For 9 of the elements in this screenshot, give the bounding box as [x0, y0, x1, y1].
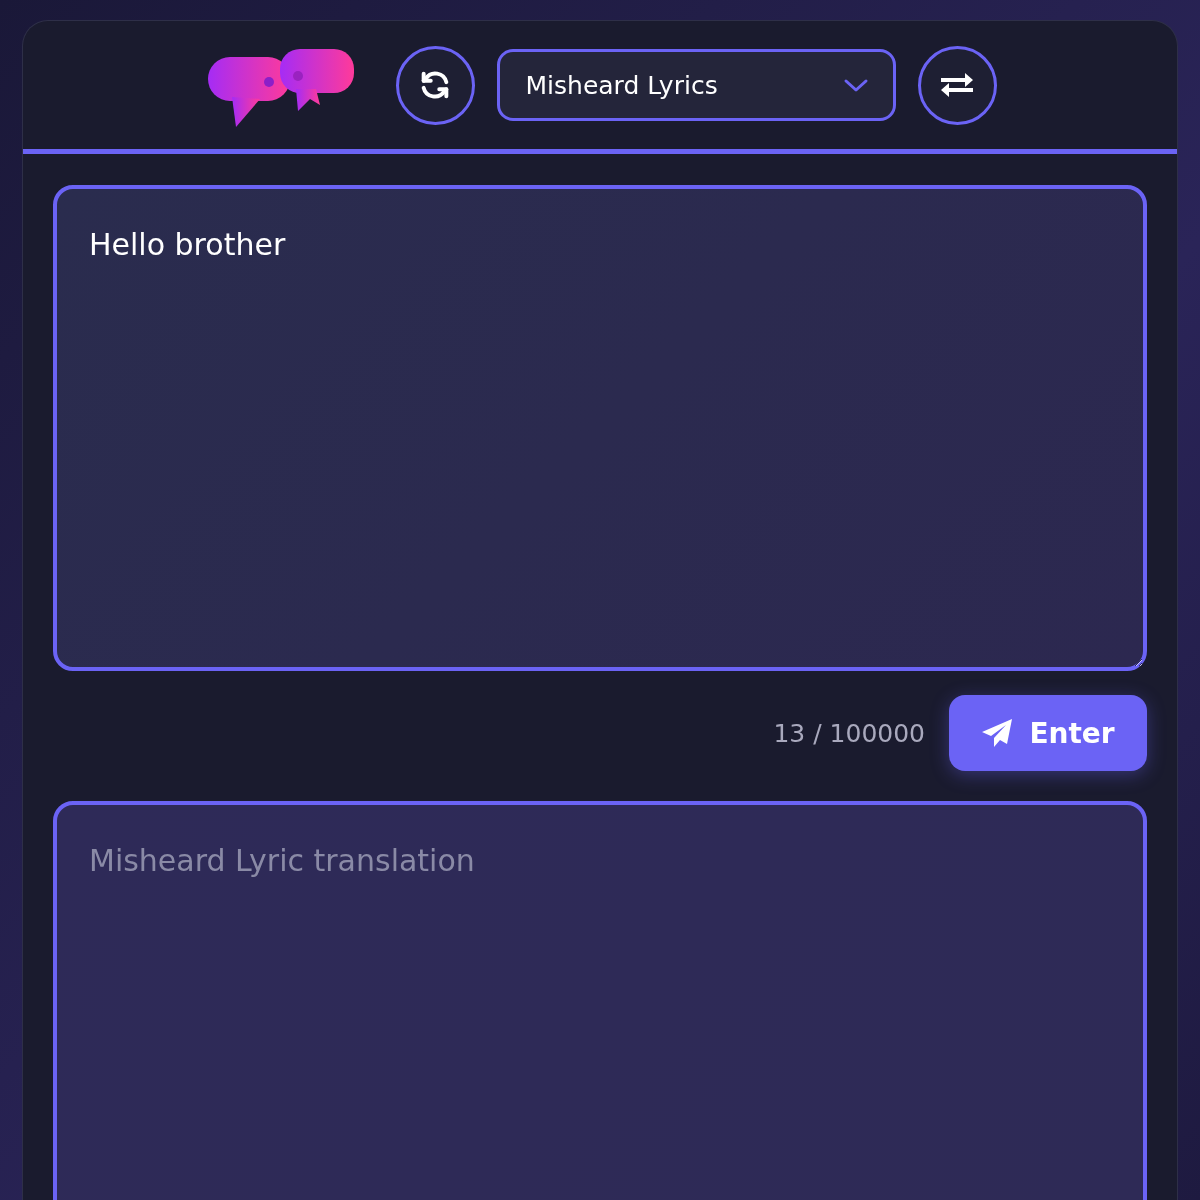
- chevron-down-icon: [842, 77, 869, 93]
- output-field[interactable]: Misheard Lyric translation: [53, 801, 1147, 1200]
- mode-dropdown[interactable]: Misheard Lyrics: [496, 49, 896, 121]
- swap-arrows-icon: [939, 70, 975, 100]
- paper-plane-icon: [981, 718, 1014, 748]
- enter-button[interactable]: Enter: [949, 695, 1147, 771]
- input-field[interactable]: Hello brother: [53, 185, 1147, 671]
- speech-bubbles-logo-icon: [207, 49, 356, 129]
- character-count: 13 / 100000: [773, 718, 925, 748]
